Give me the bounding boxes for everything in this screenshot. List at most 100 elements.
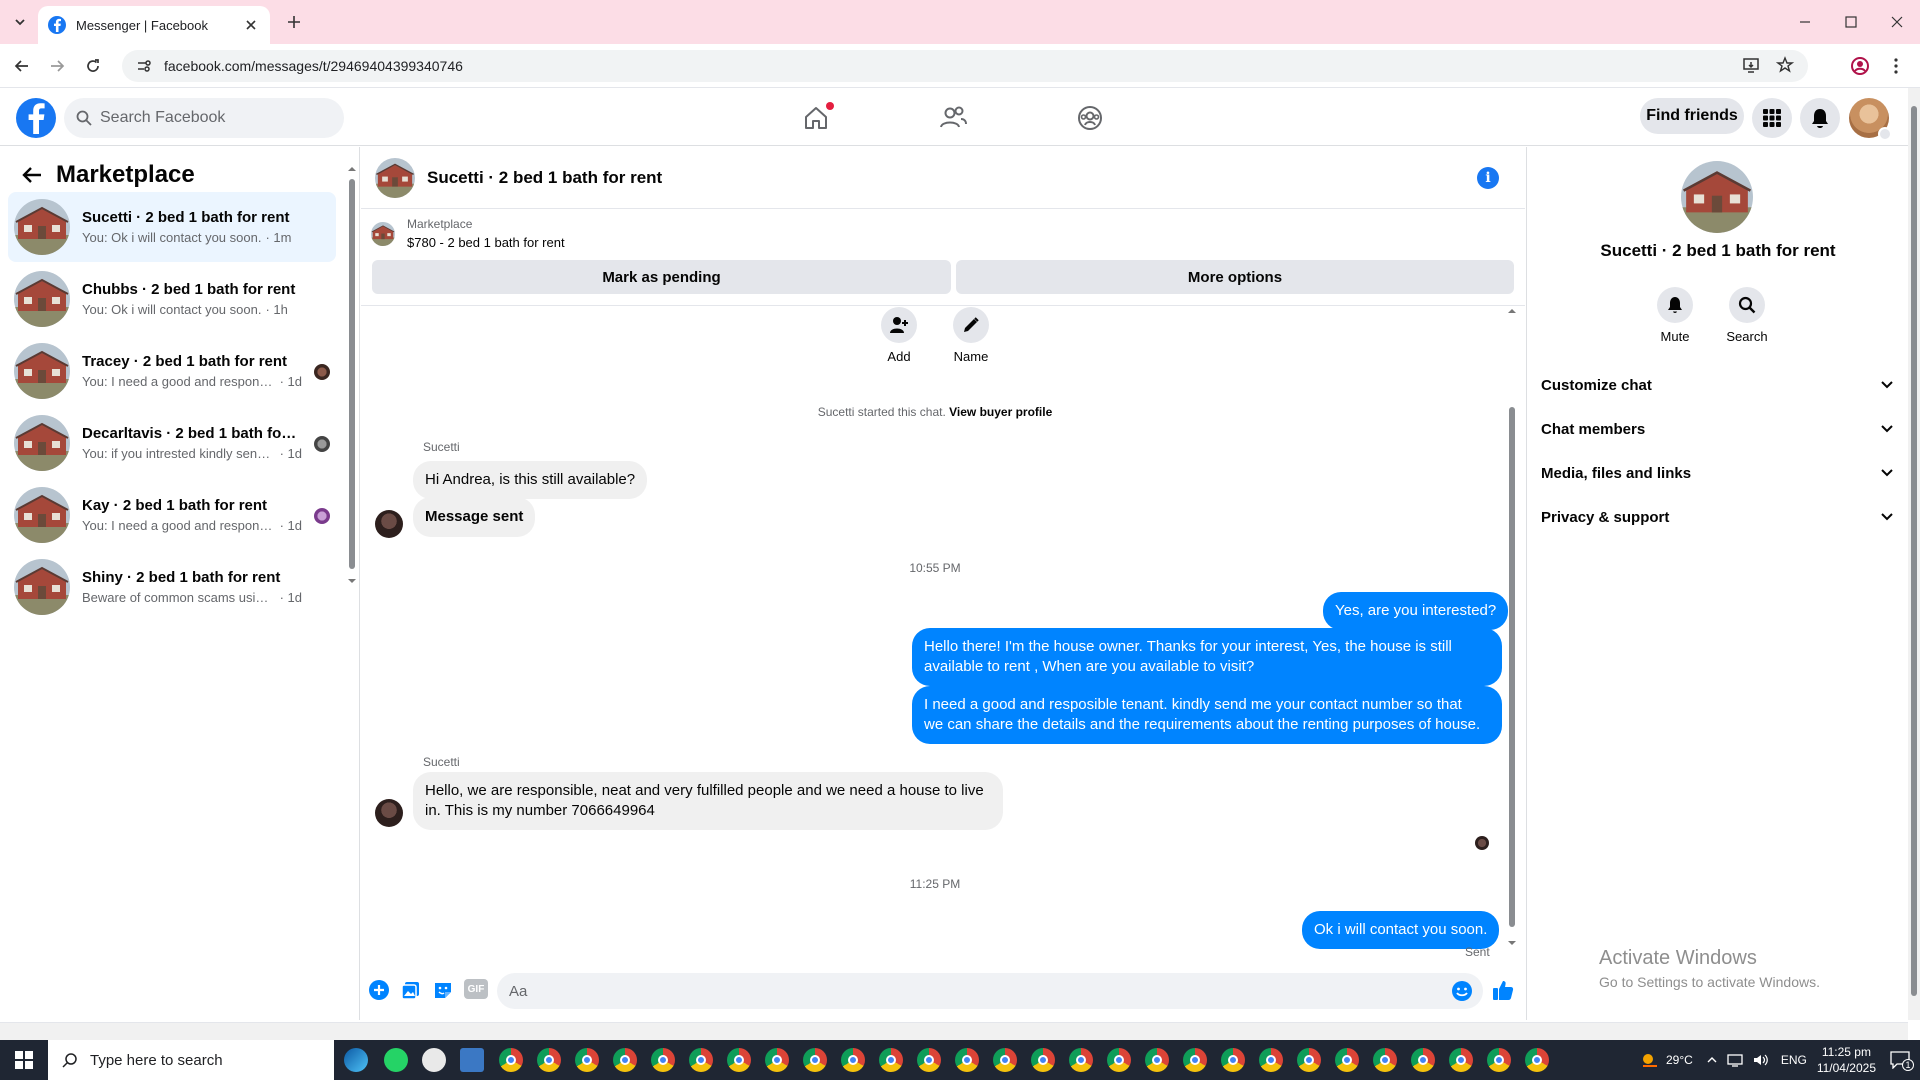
chrome-icon[interactable] [1487,1048,1511,1072]
chrome-icon[interactable] [1221,1048,1245,1072]
conversation-item[interactable]: Chubbs · 2 bed 1 bath for rent You: Ok i… [8,264,336,334]
incoming-message[interactable]: Message sent [413,497,536,537]
incoming-message[interactable]: Hi Andrea, is this still available? [413,461,648,499]
windows-start-icon[interactable] [0,1040,48,1080]
chrome-icon[interactable] [1525,1048,1549,1072]
chrome-icon[interactable] [1411,1048,1435,1072]
name-chat-button[interactable]: Name [941,307,1001,364]
edge-browser-icon[interactable] [344,1048,368,1072]
outgoing-message[interactable]: Hello there! I'm the house owner. Thanks… [912,628,1502,686]
scrollbar-thumb[interactable] [1911,106,1917,996]
search-in-chat-button[interactable]: Search [1717,287,1777,344]
privacy-support-section[interactable]: Privacy & support [1541,499,1899,535]
bookmark-star-icon[interactable] [1776,56,1794,74]
notification-center-icon[interactable]: 1 [1890,1051,1914,1071]
scrollbar-thumb[interactable] [1509,407,1515,927]
profile-icon[interactable] [1848,54,1872,78]
customize-chat-section[interactable]: Customize chat [1541,367,1899,403]
sticker-icon[interactable] [432,979,454,1001]
horizontal-scrollbar[interactable] [0,1022,1908,1040]
file-explorer-icon[interactable] [460,1048,484,1072]
reload-icon[interactable] [80,53,106,79]
chat-title[interactable]: Sucetti · 2 bed 1 bath for rent [427,168,662,188]
mark-as-pending-button[interactable]: Mark as pending [372,260,951,294]
chrome-icon[interactable] [917,1048,941,1072]
listing-house-thumbnail[interactable] [375,157,415,198]
plus-circle-icon[interactable] [368,979,390,1001]
language-indicator[interactable]: ENG [1781,1053,1807,1067]
chrome-icon[interactable] [1031,1048,1055,1072]
app-icon[interactable] [422,1048,446,1072]
outgoing-message[interactable]: Ok i will contact you soon. [1302,911,1500,949]
chrome-icon[interactable] [727,1048,751,1072]
mute-button[interactable]: Mute [1645,287,1705,344]
network-icon[interactable] [1727,1053,1743,1067]
volume-icon[interactable] [1753,1053,1769,1067]
chrome-icon[interactable] [1145,1048,1169,1072]
info-icon[interactable]: i [1477,167,1499,189]
facebook-search-box[interactable] [64,98,344,138]
sender-avatar[interactable] [375,799,403,827]
site-info-icon[interactable] [136,58,152,74]
conversation-item[interactable]: Sucetti · 2 bed 1 bath for rent You: Ok … [8,192,336,262]
chrome-icon[interactable] [803,1048,827,1072]
conversation-item[interactable]: Decarltavis · 2 bed 1 bath for r... You:… [8,408,336,478]
view-buyer-profile-link[interactable]: View buyer profile [949,405,1052,419]
conversation-list-scrollbar[interactable] [348,165,356,585]
chrome-icon[interactable] [499,1048,523,1072]
add-member-button[interactable]: Add [869,307,929,364]
chrome-icon[interactable] [1069,1048,1093,1072]
back-arrow-icon[interactable] [16,159,48,191]
page-scrollbar[interactable] [1908,88,1920,1020]
chrome-icon[interactable] [955,1048,979,1072]
chrome-icon[interactable] [1259,1048,1283,1072]
listing-summary[interactable]: Marketplace $780 - 2 bed 1 bath for rent [371,217,565,250]
sender-avatar[interactable] [375,510,403,538]
chrome-icon[interactable] [1183,1048,1207,1072]
chrome-icon[interactable] [1335,1048,1359,1072]
listing-house-photo[interactable] [1681,161,1753,233]
weather-icon[interactable] [1640,1052,1660,1068]
tab-search-chevron-icon[interactable] [8,10,32,34]
browser-tab-messenger[interactable]: Messenger | Facebook [38,6,270,44]
media-files-links-section[interactable]: Media, files and links [1541,455,1899,491]
outgoing-message[interactable]: I need a good and resposible tenant. kin… [912,686,1502,744]
chrome-icon[interactable] [993,1048,1017,1072]
chrome-icon[interactable] [879,1048,903,1072]
facebook-logo-icon[interactable] [16,98,56,138]
browser-menu-icon[interactable] [1884,54,1908,78]
chrome-icon[interactable] [575,1048,599,1072]
chrome-icon[interactable] [841,1048,865,1072]
account-chevron-icon[interactable] [1878,127,1892,141]
conversation-item[interactable]: Shiny · 2 bed 1 bath for rent Beware of … [8,552,336,622]
chat-members-section[interactable]: Chat members [1541,411,1899,447]
chrome-icon[interactable] [613,1048,637,1072]
account-avatar[interactable] [1849,98,1892,141]
notifications-bell-icon[interactable] [1800,98,1840,138]
maximize-icon[interactable] [1828,8,1874,36]
home-nav-icon[interactable] [760,96,872,140]
chrome-icon[interactable] [651,1048,675,1072]
chrome-icon[interactable] [1107,1048,1131,1072]
forward-arrow-icon[interactable] [44,53,70,79]
tab-close-icon[interactable] [242,16,260,34]
chrome-icon[interactable] [1449,1048,1473,1072]
facebook-search-input[interactable] [100,109,320,127]
scrollbar-thumb[interactable] [349,179,355,569]
chrome-icon[interactable] [689,1048,713,1072]
conversation-item[interactable]: Tracey · 2 bed 1 bath for rent You: I ne… [8,336,336,406]
install-app-icon[interactable] [1742,56,1760,74]
show-hidden-icons-chevron-icon[interactable] [1707,1056,1717,1064]
emoji-icon[interactable] [1451,980,1473,1002]
more-options-button[interactable]: More options [956,260,1514,294]
taskbar-search-box[interactable]: Type here to search [48,1040,334,1080]
back-arrow-icon[interactable] [9,53,35,79]
outgoing-message[interactable]: Yes, are you interested? [1323,592,1509,630]
chat-scrollbar[interactable] [1507,307,1517,947]
address-bar[interactable]: facebook.com/messages/t/2946940439934074… [122,50,1808,82]
message-input-box[interactable] [497,973,1483,1009]
new-tab-plus-icon[interactable] [282,10,306,34]
incoming-message[interactable]: Hello, we are responsible, neat and very… [413,772,1003,830]
photo-icon[interactable] [400,979,422,1001]
message-input[interactable] [509,982,1429,1000]
